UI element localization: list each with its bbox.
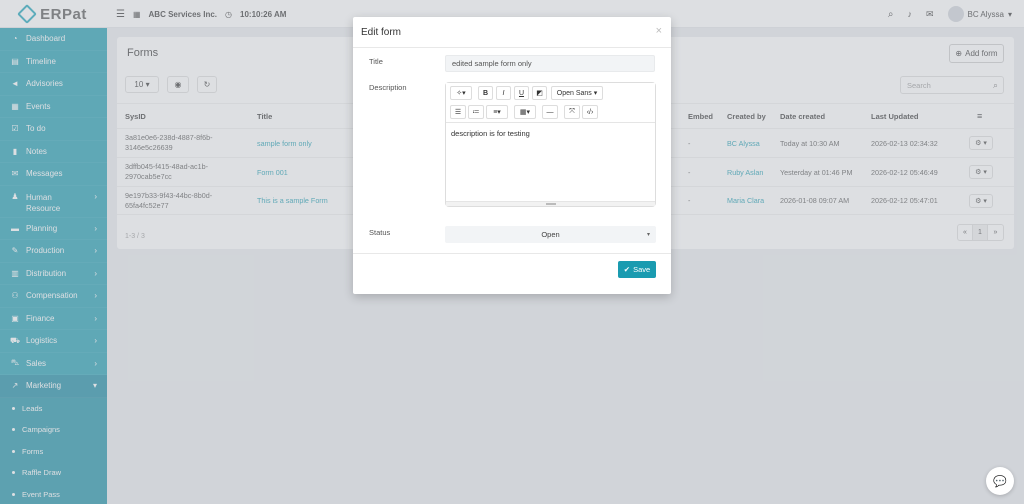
chevron-down-icon: ▾ (646, 232, 650, 238)
list-ul-icon: ☰ (454, 109, 462, 116)
title-label: Title (369, 57, 383, 66)
ordered-list-button[interactable]: ≔ (468, 105, 484, 119)
grip-icon (546, 203, 556, 205)
eraser-button[interactable]: ◩ (532, 86, 547, 100)
list-ol-icon: ≔ (472, 109, 480, 116)
minus-icon: — (546, 108, 554, 116)
code-view-button[interactable]: ‹/› (582, 105, 598, 119)
italic-icon: I (502, 89, 505, 97)
close-icon[interactable]: × (656, 25, 662, 37)
font-family-select[interactable]: Open Sans ▾ (551, 86, 603, 100)
expand-icon: ⤧ (569, 108, 575, 115)
hr-button[interactable]: — (542, 105, 558, 119)
modal-header: Edit form × (353, 17, 671, 48)
italic-button[interactable]: I (496, 86, 511, 100)
chat-icon: 💬 (993, 475, 1007, 488)
modal-title: Edit form (361, 27, 402, 38)
editor-resize-handle[interactable] (446, 201, 655, 206)
modal-footer-divider (353, 253, 671, 254)
editor-content[interactable]: description is for testing (451, 129, 530, 138)
save-button[interactable]: ✔ Save (618, 261, 656, 278)
table-icon: ▦▾ (519, 109, 531, 116)
code-icon: ‹/› (586, 108, 594, 116)
underline-button[interactable]: U (514, 86, 529, 100)
description-label: Description (369, 83, 407, 92)
table-button[interactable]: ▦▾ (514, 105, 536, 119)
chevron-down-icon: ▾ (593, 90, 598, 97)
editor-toolbar: ✧▾ B I U ◩ Open Sans ▾ ☰ ≔ ≡▾ ▦▾ — ⤧ ‹/› (446, 83, 655, 123)
bold-button[interactable]: B (478, 86, 493, 100)
title-input[interactable]: edited sample form only (445, 55, 655, 72)
description-editor: ✧▾ B I U ◩ Open Sans ▾ ☰ ≔ ≡▾ ▦▾ — ⤧ ‹/›… (445, 82, 656, 207)
eraser-icon: ◩ (536, 90, 543, 97)
align-left-icon: ≡▾ (493, 109, 501, 116)
edit-form-modal: Edit form × Title edited sample form onl… (353, 17, 671, 294)
magic-style-button[interactable]: ✧▾ (450, 86, 472, 100)
status-select[interactable]: Open ▾ (445, 226, 656, 243)
check-circle-icon: ✔ (623, 265, 631, 274)
status-label: Status (369, 228, 391, 237)
underline-icon: U (518, 89, 525, 97)
unordered-list-button[interactable]: ☰ (450, 105, 466, 119)
bold-icon: B (482, 89, 489, 97)
magic-wand-icon: ✧▾ (456, 90, 466, 97)
fullscreen-button[interactable]: ⤧ (564, 105, 580, 119)
align-button[interactable]: ≡▾ (486, 105, 508, 119)
chat-button[interactable]: 💬 (986, 467, 1014, 495)
